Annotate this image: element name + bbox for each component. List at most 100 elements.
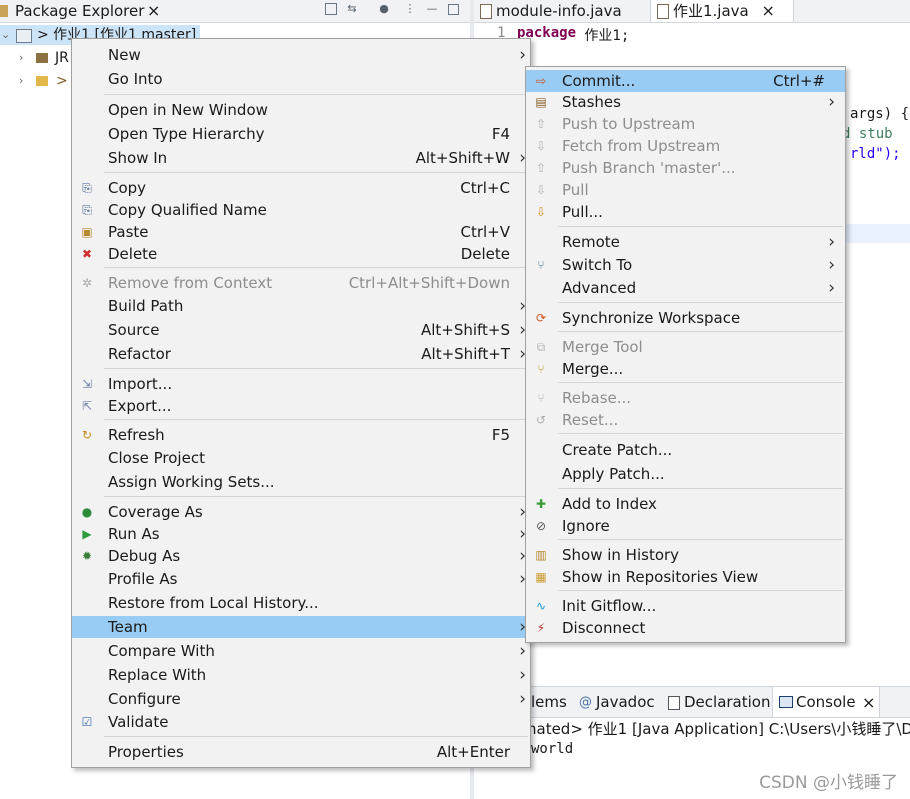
menu-item-pull[interactable]: ⇩ Pull...: [526, 201, 845, 223]
menu-item-close-project[interactable]: Close Project: [72, 447, 530, 469]
tree-row-folder[interactable]: › >: [0, 71, 70, 91]
menu-item-advanced[interactable]: Advanced ›: [526, 277, 845, 299]
menu-item-commit[interactable]: ⇨ Commit... Ctrl+#: [526, 70, 845, 92]
menu-item-push-to-upstream[interactable]: ⇧ Push to Upstream: [526, 113, 845, 135]
copy-qualified-icon: ⎘: [82, 203, 92, 217]
menu-item-refresh[interactable]: ↻ Refresh F5: [72, 424, 530, 446]
menu-item-create-patch[interactable]: Create Patch...: [526, 439, 845, 461]
menu-item-reset[interactable]: ↺ Reset...: [526, 409, 845, 431]
menu-item-configure[interactable]: Configure ›: [72, 688, 530, 710]
menu-item-export[interactable]: ⇱ Export...: [72, 395, 530, 417]
chevron-right-icon[interactable]: ›: [19, 71, 29, 91]
tab-console-active[interactable]: Console ×: [772, 687, 880, 717]
menu-item-merge-tool[interactable]: ⧉ Merge Tool: [526, 336, 845, 358]
menu-item-restore-from-local-history[interactable]: Restore from Local History...: [72, 592, 530, 614]
tab-declaration[interactable]: Declaration: [684, 693, 770, 711]
tab-javadoc[interactable]: Javadoc: [596, 693, 655, 711]
menu-separator: [558, 590, 843, 591]
menu-separator: [558, 226, 843, 227]
rebase-icon: ⑂: [537, 391, 545, 405]
menu-item-open-in-new-window[interactable]: Open in New Window: [72, 99, 530, 121]
menu-item-replace-with[interactable]: Replace With ›: [72, 664, 530, 686]
push-branch-icon: ⇧: [535, 161, 547, 175]
link-editor-icon[interactable]: ⇆: [346, 3, 358, 15]
menu-separator: [558, 331, 843, 332]
menu-item-refactor[interactable]: Refactor Alt+Shift+T ›: [72, 343, 530, 365]
close-icon[interactable]: ×: [147, 1, 160, 20]
menu-item-delete[interactable]: ✖ Delete Delete: [72, 243, 530, 265]
menu-item-add-to-index[interactable]: ✚ Add to Index: [526, 493, 845, 515]
chevron-down-icon[interactable]: ⌄: [1, 25, 11, 45]
menu-item-debug-as[interactable]: ✹ Debug As ›: [72, 545, 530, 567]
menu-item-show-in-repositories-view[interactable]: ▦ Show in Repositories View: [526, 566, 845, 588]
tab-label: Console: [796, 693, 856, 711]
menu-item-rebase[interactable]: ⑂ Rebase...: [526, 387, 845, 409]
menu-item-show-in[interactable]: Show In Alt+Shift+W ›: [72, 147, 530, 169]
add-index-icon: ✚: [535, 497, 547, 511]
chevron-right-icon[interactable]: ›: [19, 48, 29, 68]
menu-item-synchronize-workspace[interactable]: ⟳ Synchronize Workspace: [526, 307, 845, 329]
menu-item-ignore[interactable]: ⊘ Ignore: [526, 515, 845, 537]
menu-item-pull[interactable]: ⇩ Pull: [526, 179, 845, 201]
close-icon[interactable]: ×: [862, 693, 875, 712]
ignore-icon: ⊘: [535, 519, 547, 533]
menu-item-remote[interactable]: Remote ›: [526, 231, 845, 253]
menu-item-init-gitflow[interactable]: ∿ Init Gitflow...: [526, 595, 845, 617]
tab-active-file[interactable]: 作业1.java ×: [650, 0, 794, 22]
menu-item-go-into[interactable]: Go Into: [72, 68, 530, 90]
menu-item-import[interactable]: ⇲ Import...: [72, 373, 530, 395]
menu-item-label: Pull: [562, 181, 589, 199]
menu-item-show-in-history[interactable]: ▥ Show in History: [526, 544, 845, 566]
menu-item-label: Close Project: [108, 449, 205, 467]
menu-item-copy-qualified-name[interactable]: ⎘ Copy Qualified Name: [72, 199, 530, 221]
menu-item-label: Build Path: [108, 297, 184, 315]
menu-item-disconnect[interactable]: ⚡ Disconnect: [526, 617, 845, 639]
menu-item-shortcut: Alt+Enter: [436, 743, 510, 761]
menu-item-stashes[interactable]: ▤ Stashes ›: [526, 91, 845, 113]
filter-icon[interactable]: ●: [378, 3, 390, 15]
package-explorer-tab[interactable]: Package Explorer: [15, 2, 144, 20]
menu-item-copy[interactable]: ⎘ Copy Ctrl+C: [72, 177, 530, 199]
tab-label: module-info.java: [496, 2, 622, 20]
tree-row-label: >: [56, 73, 68, 89]
menu-item-coverage-as[interactable]: ● Coverage As ›: [72, 501, 530, 523]
menu-item-apply-patch[interactable]: Apply Patch...: [526, 463, 845, 485]
tab-problems[interactable]: lems: [531, 693, 567, 711]
menu-item-switch-to[interactable]: ⑂ Switch To ›: [526, 254, 845, 276]
menu-item-properties[interactable]: Properties Alt+Enter: [72, 741, 530, 763]
minimize-icon[interactable]: —: [426, 3, 438, 15]
menu-item-label: Import...: [108, 375, 173, 393]
menu-item-merge[interactable]: ⑂ Merge...: [526, 358, 845, 380]
console-tab-bar: lems @ Javadoc Declaration Console ×: [527, 686, 910, 718]
tree-row-jre[interactable]: › JR: [0, 48, 70, 68]
folder-icon: [36, 76, 48, 86]
menu-item-paste[interactable]: ▣ Paste Ctrl+V: [72, 221, 530, 243]
menu-item-team[interactable]: Team ›: [72, 616, 530, 638]
menu-item-label: Run As: [108, 525, 160, 543]
tab-module-info[interactable]: module-info.java: [474, 0, 646, 22]
menu-item-profile-as[interactable]: Profile As ›: [72, 568, 530, 590]
gitflow-icon: ∿: [535, 599, 547, 613]
menu-item-open-type-hierarchy[interactable]: Open Type Hierarchy F4: [72, 123, 530, 145]
close-icon[interactable]: ×: [762, 1, 775, 20]
menu-item-assign-working-sets[interactable]: Assign Working Sets...: [72, 471, 530, 493]
menu-item-label: Add to Index: [562, 495, 657, 513]
menu-item-remove-from-context[interactable]: ✲ Remove from Context Ctrl+Alt+Shift+Down: [72, 272, 530, 294]
chevron-right-icon: ›: [519, 45, 526, 65]
chevron-right-icon: ›: [828, 92, 835, 112]
menu-item-push-branch-master[interactable]: ⇧ Push Branch 'master'...: [526, 157, 845, 179]
menu-item-compare-with[interactable]: Compare With ›: [72, 640, 530, 662]
menu-item-new[interactable]: New ›: [72, 44, 530, 66]
menu-item-build-path[interactable]: Build Path ›: [72, 295, 530, 317]
view-menu-icon[interactable]: ⋮: [404, 3, 416, 15]
current-line-highlight: [846, 224, 910, 243]
menu-item-source[interactable]: Source Alt+Shift+S ›: [72, 319, 530, 341]
collapse-all-icon[interactable]: [325, 3, 337, 15]
export-icon: ⇱: [81, 399, 93, 413]
menu-item-fetch-from-upstream[interactable]: ⇩ Fetch from Upstream: [526, 135, 845, 157]
menu-item-run-as[interactable]: ▶ Run As ›: [72, 523, 530, 545]
code-comment: d stub: [842, 126, 893, 142]
pull-icon: ⇩: [535, 183, 547, 197]
maximize-icon[interactable]: [448, 4, 459, 15]
menu-item-validate[interactable]: ☑ Validate: [72, 711, 530, 733]
